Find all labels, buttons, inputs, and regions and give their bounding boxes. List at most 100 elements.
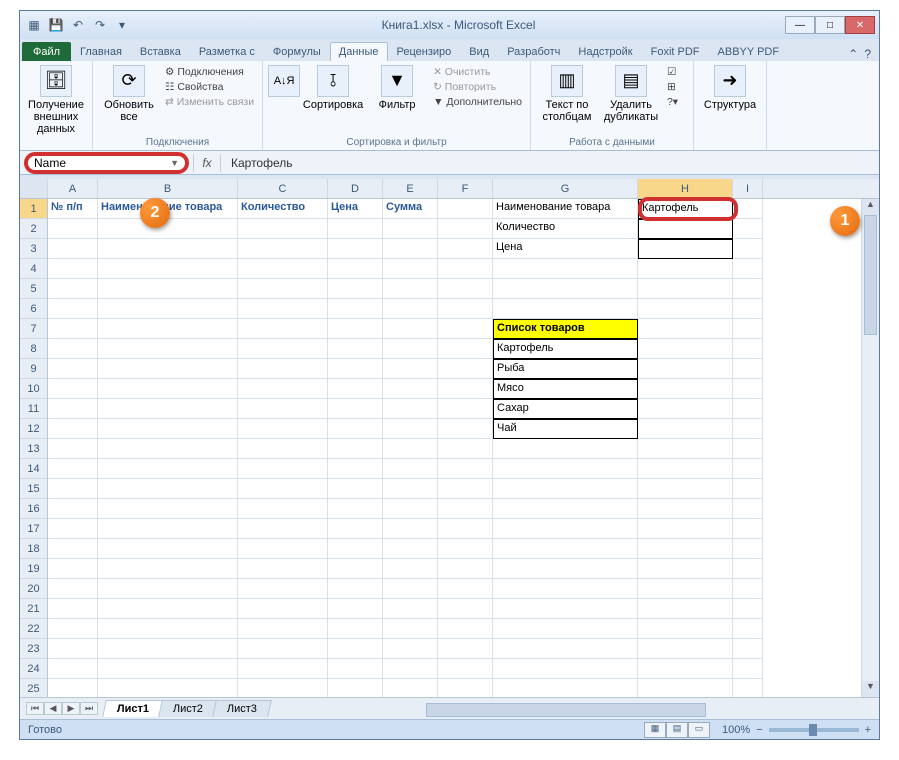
cell-B9[interactable] [98, 359, 238, 379]
cell-I4[interactable] [733, 259, 763, 279]
cell-A16[interactable] [48, 499, 98, 519]
redo-icon[interactable]: ↷ [90, 15, 110, 35]
cell-E2[interactable] [383, 219, 438, 239]
cell-I5[interactable] [733, 279, 763, 299]
qat-more-icon[interactable]: ▾ [112, 15, 132, 35]
edit-links-button[interactable]: ⇄ Изменить связи [163, 95, 256, 109]
cell-D19[interactable] [328, 559, 383, 579]
row-23[interactable]: 23 [20, 639, 47, 659]
tab-layout[interactable]: Разметка с [190, 42, 264, 61]
cell-C21[interactable] [238, 599, 328, 619]
cell-G8[interactable]: Картофель [493, 339, 638, 359]
cell-G9[interactable]: Рыба [493, 359, 638, 379]
cell-H10[interactable] [638, 379, 733, 399]
cell-D6[interactable] [328, 299, 383, 319]
cell-D10[interactable] [328, 379, 383, 399]
cell-B18[interactable] [98, 539, 238, 559]
tab-home[interactable]: Главная [71, 42, 131, 61]
cell-G1[interactable]: Наименование товара [493, 199, 638, 219]
cell-F17[interactable] [438, 519, 493, 539]
cell-F13[interactable] [438, 439, 493, 459]
cell-H19[interactable] [638, 559, 733, 579]
cell-G25[interactable] [493, 679, 638, 697]
sheet-tab-1[interactable]: Лист1 [102, 700, 164, 717]
properties-button[interactable]: ☷ Свойства [163, 80, 256, 94]
cell-F2[interactable] [438, 219, 493, 239]
cell-G13[interactable] [493, 439, 638, 459]
cell-F6[interactable] [438, 299, 493, 319]
col-G[interactable]: G [493, 179, 638, 198]
cell-D25[interactable] [328, 679, 383, 697]
cell-E13[interactable] [383, 439, 438, 459]
cell-H5[interactable] [638, 279, 733, 299]
cell-F1[interactable] [438, 199, 493, 219]
cell-E6[interactable] [383, 299, 438, 319]
cell-H4[interactable] [638, 259, 733, 279]
cell-G10[interactable]: Мясо [493, 379, 638, 399]
sheet-first-icon[interactable]: ⏮ [26, 702, 44, 715]
cell-B16[interactable] [98, 499, 238, 519]
cell-C24[interactable] [238, 659, 328, 679]
cell-F21[interactable] [438, 599, 493, 619]
cell-G18[interactable] [493, 539, 638, 559]
vscroll-thumb[interactable] [864, 215, 877, 335]
tab-developer[interactable]: Разработч [498, 42, 569, 61]
sort-asc-button[interactable]: A↓Я [269, 65, 299, 97]
cell-F5[interactable] [438, 279, 493, 299]
vertical-scrollbar[interactable]: ▲ ▼ [861, 199, 879, 697]
cell-C12[interactable] [238, 419, 328, 439]
col-B[interactable]: B [98, 179, 238, 198]
cell-F15[interactable] [438, 479, 493, 499]
col-I[interactable]: I [733, 179, 763, 198]
cell-F4[interactable] [438, 259, 493, 279]
select-all-corner[interactable] [20, 179, 48, 198]
row-18[interactable]: 18 [20, 539, 47, 559]
row-13[interactable]: 13 [20, 439, 47, 459]
cell-A8[interactable] [48, 339, 98, 359]
row-21[interactable]: 21 [20, 599, 47, 619]
row-15[interactable]: 15 [20, 479, 47, 499]
cell-A17[interactable] [48, 519, 98, 539]
cell-B2[interactable] [98, 219, 238, 239]
cell-D5[interactable] [328, 279, 383, 299]
cell-G5[interactable] [493, 279, 638, 299]
cell-I11[interactable] [733, 399, 763, 419]
cell-E9[interactable] [383, 359, 438, 379]
cell-D13[interactable] [328, 439, 383, 459]
cell-E18[interactable] [383, 539, 438, 559]
cell-G6[interactable] [493, 299, 638, 319]
minimize-button[interactable]: — [785, 16, 815, 34]
remove-duplicates-button[interactable]: ▤ Удалить дубликаты [601, 65, 661, 123]
cell-B23[interactable] [98, 639, 238, 659]
cell-B8[interactable] [98, 339, 238, 359]
cell-F22[interactable] [438, 619, 493, 639]
col-C[interactable]: C [238, 179, 328, 198]
cell-A1[interactable]: № п/п [48, 199, 98, 219]
cell-D2[interactable] [328, 219, 383, 239]
row-16[interactable]: 16 [20, 499, 47, 519]
maximize-button[interactable]: □ [815, 16, 845, 34]
row-24[interactable]: 24 [20, 659, 47, 679]
cell-E23[interactable] [383, 639, 438, 659]
cell-D1[interactable]: Цена [328, 199, 383, 219]
row-14[interactable]: 14 [20, 459, 47, 479]
cell-A2[interactable] [48, 219, 98, 239]
cell-I22[interactable] [733, 619, 763, 639]
cell-C23[interactable] [238, 639, 328, 659]
cell-F11[interactable] [438, 399, 493, 419]
cell-I14[interactable] [733, 459, 763, 479]
cell-H24[interactable] [638, 659, 733, 679]
row-4[interactable]: 4 [20, 259, 47, 279]
row-1[interactable]: 1 [20, 199, 47, 219]
cell-B3[interactable] [98, 239, 238, 259]
cell-A24[interactable] [48, 659, 98, 679]
cell-G15[interactable] [493, 479, 638, 499]
cell-E17[interactable] [383, 519, 438, 539]
cell-H16[interactable] [638, 499, 733, 519]
cell-D21[interactable] [328, 599, 383, 619]
cell-C10[interactable] [238, 379, 328, 399]
help-icon[interactable]: ? [864, 47, 871, 61]
name-box[interactable] [34, 156, 154, 170]
cell-B19[interactable] [98, 559, 238, 579]
cell-B13[interactable] [98, 439, 238, 459]
